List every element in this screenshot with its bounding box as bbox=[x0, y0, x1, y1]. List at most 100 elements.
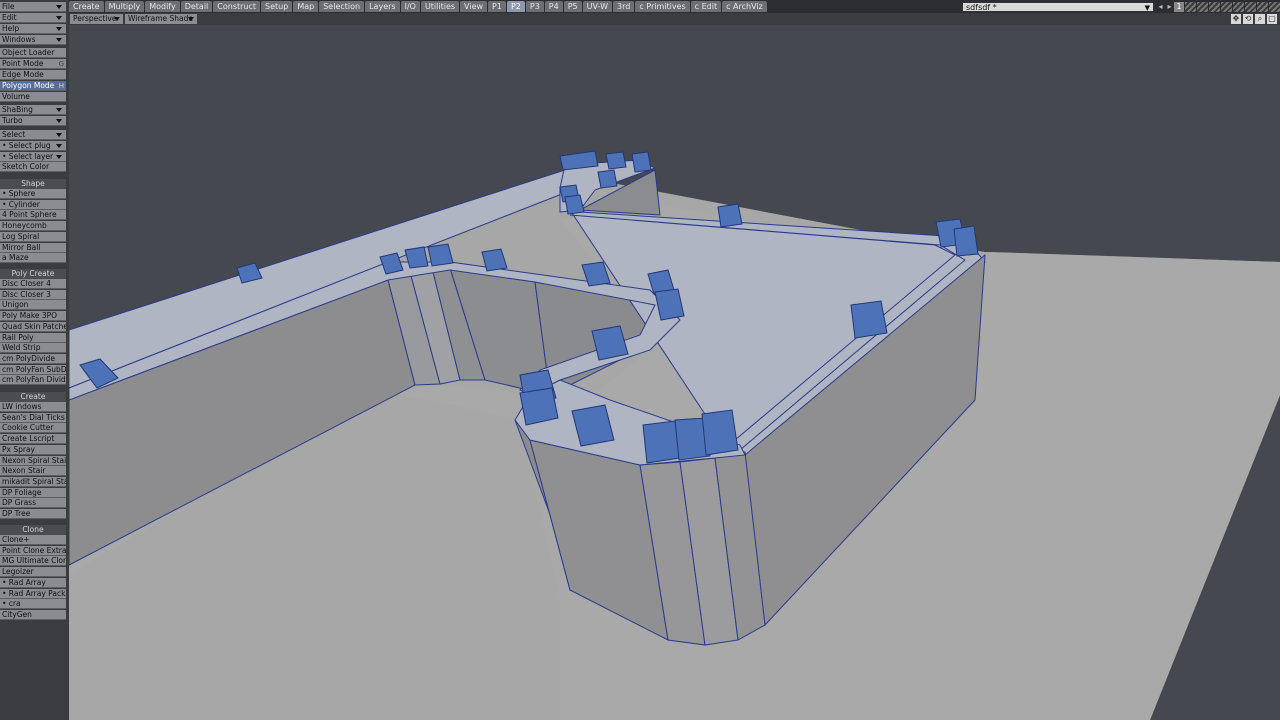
select-dropdown[interactable]: Select bbox=[0, 130, 66, 140]
polygon-mode-button[interactable]: Polygon Mode H bbox=[0, 81, 66, 91]
maximize-view-icon[interactable]: ▢ bbox=[1267, 14, 1277, 24]
view-type-dropdown[interactable]: Perspective bbox=[70, 14, 123, 24]
tab-map[interactable]: Map bbox=[293, 1, 319, 12]
edit-menu[interactable]: Edit bbox=[0, 13, 66, 23]
tab-selection[interactable]: Selection bbox=[319, 1, 365, 12]
shape-item[interactable]: 4 Point Sphere bbox=[0, 210, 66, 221]
zoom-view-icon[interactable]: ⌕ bbox=[1255, 14, 1265, 24]
shape-item[interactable]: Log Spiral bbox=[0, 231, 66, 242]
move-view-icon[interactable]: ✥ bbox=[1231, 14, 1241, 24]
create-item[interactable]: mikadit Spiral Stair bbox=[0, 476, 66, 487]
scene-selector[interactable]: sdfsdf * ▼ bbox=[962, 2, 1154, 12]
poly-item[interactable]: Disc Closer 3 bbox=[0, 289, 66, 300]
tab-layers[interactable]: Layers bbox=[365, 1, 400, 12]
create-section-header: Create bbox=[0, 392, 66, 402]
layer-slot-6[interactable] bbox=[1245, 1, 1256, 12]
shape-item[interactable]: • Sphere bbox=[0, 189, 66, 199]
viewport-controls: ✥ ⟲ ⌕ ▢ bbox=[1229, 14, 1277, 24]
select-layer-dropdown[interactable]: • Select layer bbox=[0, 152, 66, 162]
tab-detail[interactable]: Detail bbox=[180, 1, 213, 12]
tab-c-archviz[interactable]: c ArchViz bbox=[722, 1, 767, 12]
poly-item[interactable]: Poly Make 3PO bbox=[0, 311, 66, 322]
clone-item[interactable]: • Rad Array Pack... bbox=[0, 588, 66, 599]
tab-p2[interactable]: P2 bbox=[506, 1, 525, 12]
clone-item[interactable]: • cra bbox=[0, 599, 66, 610]
clone-item[interactable]: Legoizer bbox=[0, 567, 66, 578]
tab-p3[interactable]: P3 bbox=[525, 1, 544, 12]
shape-item[interactable]: Mirror Ball bbox=[0, 242, 66, 253]
volume-button[interactable]: Volume bbox=[0, 92, 66, 102]
tab-modify[interactable]: Modify bbox=[145, 1, 180, 12]
poly-item[interactable]: Disc Closer 4 bbox=[0, 279, 66, 289]
shape-item[interactable]: Honeycomb bbox=[0, 221, 66, 232]
cube bbox=[564, 194, 585, 215]
tab-i-o[interactable]: I/O bbox=[400, 1, 420, 12]
sketch-color-button[interactable]: Sketch Color bbox=[0, 162, 66, 172]
help-menu[interactable]: Help bbox=[0, 24, 66, 34]
select-plug-dropdown[interactable]: • Select plug bbox=[0, 141, 66, 151]
poly-create-section-header: Poly Create bbox=[0, 269, 66, 279]
poly-item[interactable]: Weld Strip bbox=[0, 343, 66, 354]
tab-c-edit[interactable]: c Edit bbox=[690, 1, 722, 12]
layer-slot-4[interactable] bbox=[1221, 1, 1232, 12]
rotate-view-icon[interactable]: ⟲ bbox=[1243, 14, 1253, 24]
tab-p4[interactable]: P4 bbox=[544, 1, 563, 12]
layer-number[interactable]: 1 bbox=[1174, 1, 1184, 12]
poly-item[interactable]: Quad Skin Patcher bbox=[0, 321, 66, 332]
point-mode-button[interactable]: Point Mode G bbox=[0, 59, 66, 69]
create-item[interactable]: LW indows bbox=[0, 402, 66, 412]
create-item[interactable]: DP Foliage bbox=[0, 487, 66, 498]
next-layer-icon[interactable]: ▸ bbox=[1165, 2, 1174, 12]
windows-menu[interactable]: Windows bbox=[0, 35, 66, 45]
clone-item[interactable]: Clone+ bbox=[0, 535, 66, 545]
create-item[interactable]: DP Tree bbox=[0, 509, 66, 519]
tab-utilities[interactable]: Utilities bbox=[420, 1, 460, 12]
perspective-viewport[interactable] bbox=[69, 25, 1280, 720]
tab-p5[interactable]: P5 bbox=[563, 1, 582, 12]
clone-item[interactable]: MG Ultimate Clone bbox=[0, 556, 66, 567]
tab-uv-w[interactable]: UV-W bbox=[582, 1, 612, 12]
poly-item[interactable]: cm PolyFan Divide bbox=[0, 375, 66, 386]
shape-item[interactable]: • Cylinder bbox=[0, 199, 66, 210]
clone-item[interactable]: • Rad Array bbox=[0, 577, 66, 588]
clone-item[interactable]: Point Clone Extra 3 bbox=[0, 545, 66, 556]
tab-view[interactable]: View bbox=[460, 1, 488, 12]
file-menu[interactable]: File bbox=[0, 2, 66, 12]
create-item[interactable]: DP Grass bbox=[0, 498, 66, 509]
cube bbox=[701, 409, 739, 456]
edge-mode-button[interactable]: Edge Mode bbox=[0, 70, 66, 80]
clone-item[interactable]: CityGen bbox=[0, 609, 66, 620]
tab-3rd[interactable]: 3rd bbox=[612, 1, 635, 12]
layer-slot-2[interactable] bbox=[1197, 1, 1208, 12]
shape-item[interactable]: a Maze bbox=[0, 253, 66, 264]
layer-slot-7[interactable] bbox=[1257, 1, 1268, 12]
layer-slot-3[interactable] bbox=[1209, 1, 1220, 12]
tab-c-primitives[interactable]: c Primitives bbox=[635, 1, 690, 12]
poly-item[interactable]: Unigon bbox=[0, 300, 66, 311]
tab-construct[interactable]: Construct bbox=[213, 1, 261, 12]
tab-create[interactable]: Create bbox=[69, 1, 104, 12]
create-item[interactable]: Nexon Spiral Stair bbox=[0, 455, 66, 466]
object-loader-button[interactable]: Object Loader bbox=[0, 48, 66, 58]
turbo-dropdown[interactable]: Turbo bbox=[0, 116, 66, 126]
create-item[interactable]: Nexon Stair bbox=[0, 466, 66, 477]
tab-setup[interactable]: Setup bbox=[261, 1, 293, 12]
tab-p1[interactable]: P1 bbox=[488, 1, 506, 12]
poly-item[interactable]: cm PolyFan SubD bbox=[0, 364, 66, 375]
scene-render bbox=[69, 150, 1280, 720]
shading-mode-dropdown[interactable]: Wireframe Shade bbox=[125, 14, 197, 24]
layer-slot-8[interactable] bbox=[1269, 1, 1280, 12]
create-item[interactable]: Create Lscript bbox=[0, 434, 66, 445]
layer-slot-1[interactable] bbox=[1185, 1, 1196, 12]
prev-layer-icon[interactable]: ◂ bbox=[1156, 2, 1165, 12]
shading-dropdown[interactable]: ShaBing bbox=[0, 105, 66, 115]
create-item[interactable]: Sean's Dial Ticks bbox=[0, 412, 66, 423]
create-item[interactable]: Px Spray bbox=[0, 444, 66, 455]
point-mode-label: Point Mode bbox=[2, 59, 44, 68]
layer-slot-5[interactable] bbox=[1233, 1, 1244, 12]
create-item[interactable]: Cookie Cutter bbox=[0, 423, 66, 434]
poly-item[interactable]: Rail Poly bbox=[0, 332, 66, 343]
top-toolbar: Create Multiply Modify Detail Construct Setup… bbox=[0, 0, 1280, 13]
poly-item[interactable]: cm PolyDivide bbox=[0, 353, 66, 364]
tab-multiply[interactable]: Multiply bbox=[104, 1, 145, 12]
